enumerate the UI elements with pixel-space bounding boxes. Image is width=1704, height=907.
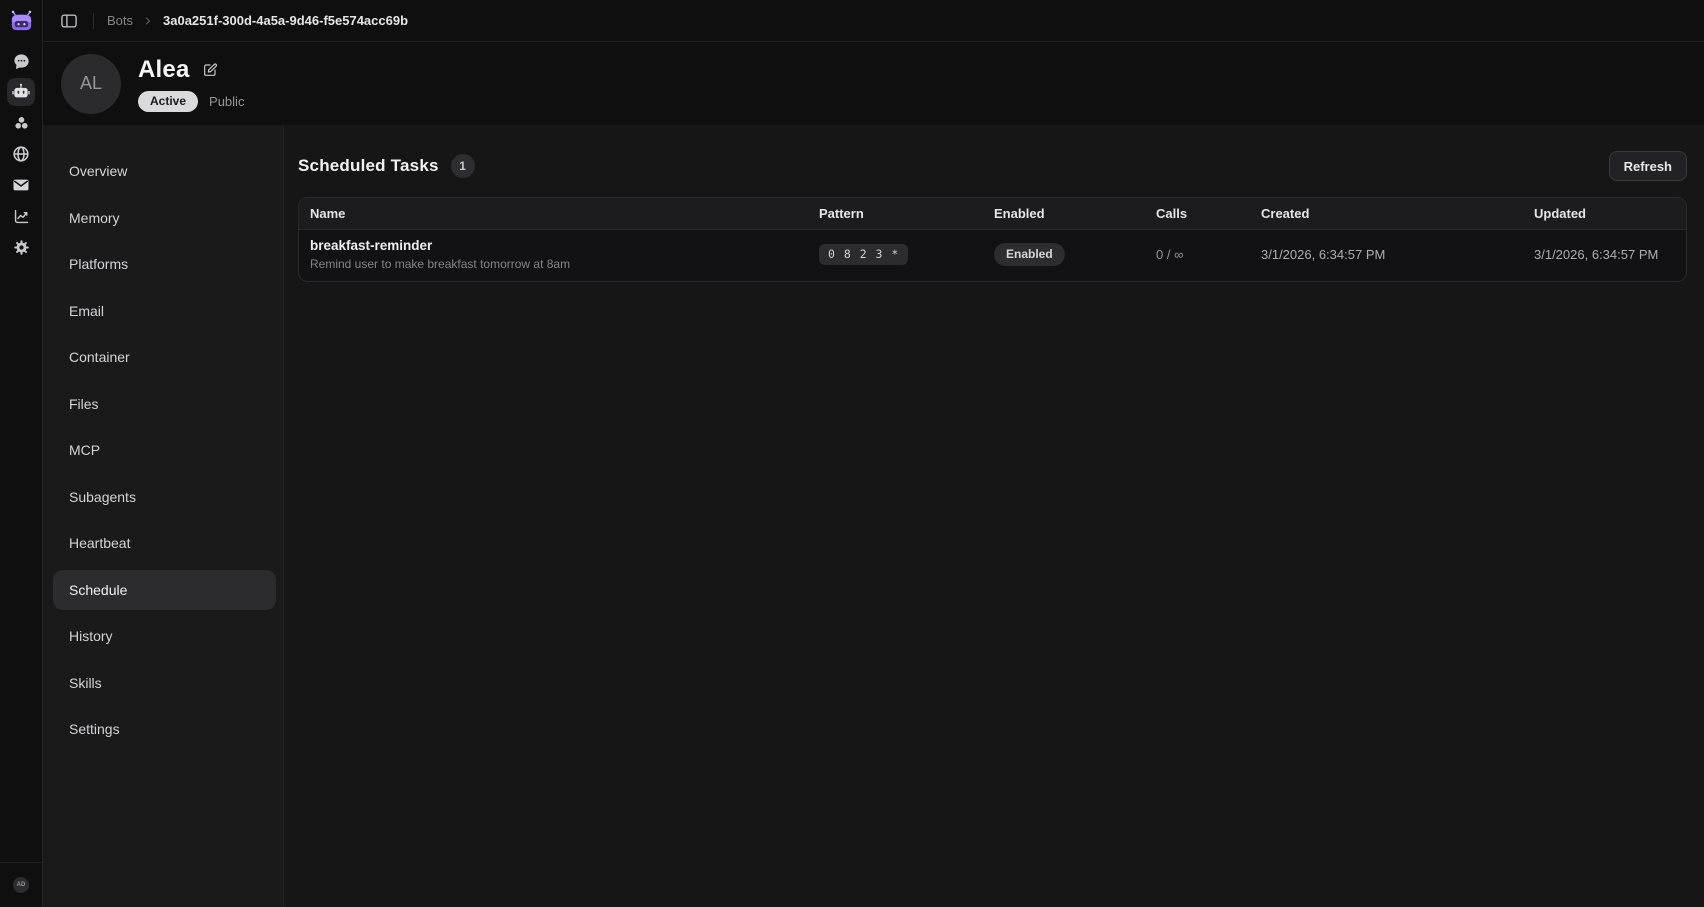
table-row[interactable]: breakfast-reminder Remind user to make b… — [299, 230, 1686, 281]
sidebar-item-files[interactable]: Files — [53, 384, 276, 424]
topbar-divider — [93, 13, 94, 29]
sidebar-toggle-icon[interactable] — [55, 7, 83, 35]
bot-header: AL Alea Active Public — [43, 42, 1704, 125]
col-header-name: Name — [310, 206, 819, 221]
sidebar-item-settings[interactable]: Settings — [53, 709, 276, 749]
sidebar-item-skills[interactable]: Skills — [53, 663, 276, 703]
bot-sidebar-nav: Overview Memory Platforms Email Containe… — [43, 125, 284, 907]
chart-icon[interactable] — [7, 202, 35, 230]
mail-icon[interactable] — [7, 171, 35, 199]
calls-value: 0 / ∞ — [1156, 247, 1261, 262]
breadcrumb-bot-id: 3a0a251f-300d-4a5a-9d46-f5e574acc69b — [163, 13, 408, 28]
sidebar-item-memory[interactable]: Memory — [53, 198, 276, 238]
visibility-label: Public — [209, 94, 244, 109]
table-header-row: Name Pattern Enabled Calls Created Updat… — [299, 198, 1686, 230]
icon-rail: AD — [0, 0, 43, 907]
chevron-right-icon — [142, 15, 154, 27]
refresh-button[interactable]: Refresh — [1609, 151, 1687, 181]
col-header-pattern: Pattern — [819, 206, 994, 221]
app-window: AD Bots 3a0a251f-300d-4a5a-9d46-f5e574ac… — [0, 0, 1704, 907]
sidebar-item-platforms[interactable]: Platforms — [53, 244, 276, 284]
col-header-created: Created — [1261, 206, 1534, 221]
bot-name: Alea — [138, 56, 190, 84]
updated-value: 3/1/2026, 6:34:57 PM — [1534, 247, 1675, 262]
col-header-enabled: Enabled — [994, 206, 1156, 221]
sidebar-item-history[interactable]: History — [53, 616, 276, 656]
task-count-badge: 1 — [451, 154, 475, 178]
user-avatar[interactable]: AD — [13, 877, 29, 893]
schedule-panel: Scheduled Tasks 1 Refresh Name Pattern E… — [284, 125, 1704, 907]
gear-icon[interactable] — [7, 233, 35, 261]
sidebar-item-schedule[interactable]: Schedule — [53, 570, 276, 610]
sidebar-item-heartbeat[interactable]: Heartbeat — [53, 523, 276, 563]
col-header-calls: Calls — [1156, 206, 1261, 221]
col-header-updated: Updated — [1534, 206, 1675, 221]
sidebar-item-email[interactable]: Email — [53, 291, 276, 331]
rail-nav — [7, 47, 35, 261]
robot-logo-icon — [8, 8, 35, 35]
nodes-icon[interactable] — [7, 109, 35, 137]
breadcrumb: Bots 3a0a251f-300d-4a5a-9d46-f5e574acc69… — [107, 13, 408, 28]
task-name: breakfast-reminder — [310, 238, 819, 253]
breadcrumb-bots-link[interactable]: Bots — [107, 13, 133, 28]
sidebar-item-mcp[interactable]: MCP — [53, 430, 276, 470]
app-logo[interactable] — [0, 0, 42, 42]
chat-icon[interactable] — [7, 47, 35, 75]
task-description: Remind user to make breakfast tomorrow a… — [310, 257, 819, 271]
bot-avatar: AL — [61, 54, 121, 114]
bot-icon[interactable] — [7, 78, 35, 106]
cron-pattern-chip: 0 8 2 3 * — [819, 244, 908, 265]
scheduled-tasks-table: Name Pattern Enabled Calls Created Updat… — [298, 197, 1687, 282]
status-badge: Active — [138, 91, 198, 112]
enabled-badge: Enabled — [994, 243, 1065, 266]
rail-footer: AD — [0, 862, 42, 907]
sidebar-item-subagents[interactable]: Subagents — [53, 477, 276, 517]
topbar: Bots 3a0a251f-300d-4a5a-9d46-f5e574acc69… — [43, 0, 1704, 42]
created-value: 3/1/2026, 6:34:57 PM — [1261, 247, 1534, 262]
edit-name-icon[interactable] — [202, 62, 218, 78]
sidebar-item-container[interactable]: Container — [53, 337, 276, 377]
sidebar-item-overview[interactable]: Overview — [53, 151, 276, 191]
page-title: Scheduled Tasks — [298, 156, 439, 176]
globe-icon[interactable] — [7, 140, 35, 168]
